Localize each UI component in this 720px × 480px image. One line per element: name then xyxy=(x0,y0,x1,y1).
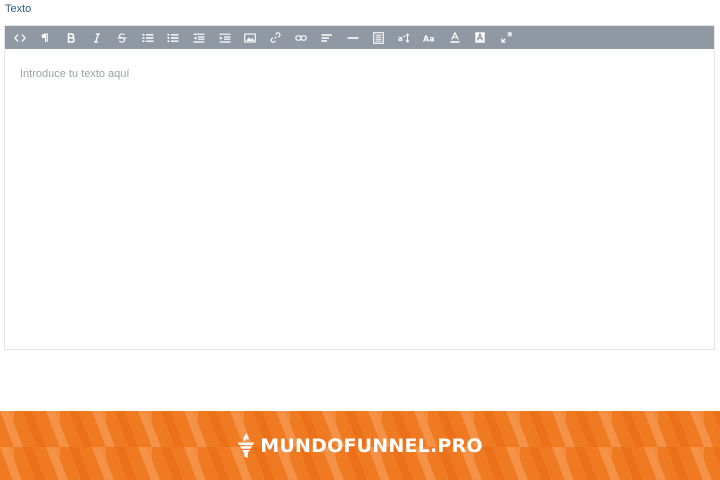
field-label: Texto xyxy=(5,3,32,15)
background-color-icon xyxy=(475,32,486,43)
unlink-button[interactable] xyxy=(289,26,315,49)
align-left-icon xyxy=(321,33,332,42)
link-icon xyxy=(270,32,281,43)
insert-link-button[interactable] xyxy=(263,26,289,49)
bold-icon xyxy=(67,32,75,43)
image-icon xyxy=(244,32,256,43)
brand-lockup: MUNDOFUNNEL.PRO xyxy=(0,411,720,480)
brand-banner: MUNDOFUNNEL.PRO xyxy=(0,411,720,480)
strikethrough-icon xyxy=(117,32,127,43)
horizontal-rule-icon xyxy=(347,36,359,39)
text-color-icon xyxy=(450,32,460,43)
unlink-icon xyxy=(295,34,308,41)
insert-image-button[interactable] xyxy=(237,26,263,49)
brand-name: MUNDOFUNNEL.PRO xyxy=(260,434,483,457)
ordered-list-icon xyxy=(142,33,154,42)
font-family-button[interactable]: Aa xyxy=(417,26,443,49)
code-view-button[interactable] xyxy=(7,26,33,49)
document-icon xyxy=(372,31,384,44)
font-family-icon: Aa xyxy=(423,34,435,43)
align-button[interactable] xyxy=(314,26,340,49)
bold-button[interactable] xyxy=(58,26,84,49)
rich-text-editor: a Aa Introduce tu texto aquí xyxy=(4,25,715,350)
horizontal-rule-button[interactable] xyxy=(340,26,366,49)
format-block-button[interactable] xyxy=(365,26,391,49)
svg-text:Aa: Aa xyxy=(423,34,435,43)
indent-button[interactable] xyxy=(212,26,238,49)
outdent-button[interactable] xyxy=(186,26,212,49)
pilcrow-icon xyxy=(41,32,49,42)
ordered-list-button[interactable] xyxy=(135,26,161,49)
italic-button[interactable] xyxy=(84,26,110,49)
strikethrough-button[interactable] xyxy=(109,26,135,49)
editor-toolbar: a Aa xyxy=(5,26,714,49)
font-size-button[interactable]: a xyxy=(391,26,417,49)
outdent-icon xyxy=(193,33,205,43)
unordered-list-button[interactable] xyxy=(161,26,187,49)
fullscreen-button[interactable] xyxy=(493,26,519,49)
editor-content-area[interactable]: Introduce tu texto aquí xyxy=(5,49,714,349)
background-color-button[interactable] xyxy=(468,26,494,49)
text-color-button[interactable] xyxy=(442,26,468,49)
unordered-list-icon xyxy=(167,33,179,42)
indent-icon xyxy=(219,33,231,43)
code-icon xyxy=(13,33,26,42)
paragraph-button[interactable] xyxy=(33,26,59,49)
font-size-icon: a xyxy=(398,32,410,43)
svg-text:a: a xyxy=(398,35,403,43)
funnel-logo-icon xyxy=(237,432,255,458)
fullscreen-icon xyxy=(500,32,512,43)
editor-placeholder: Introduce tu texto aquí xyxy=(20,68,130,80)
italic-icon xyxy=(93,32,100,43)
